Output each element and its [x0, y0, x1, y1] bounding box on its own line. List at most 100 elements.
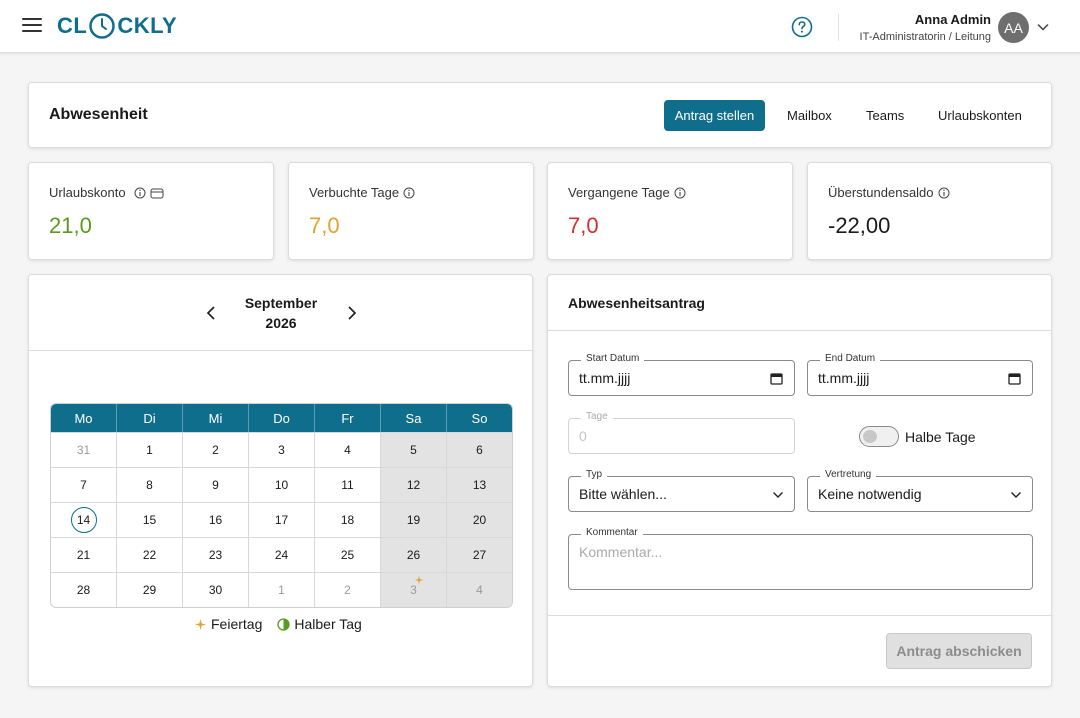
calendar-day[interactable]: 31 — [51, 432, 117, 467]
calendar-day[interactable]: 7 — [51, 467, 117, 502]
calendar-day[interactable]: 10 — [249, 467, 315, 502]
info-icon[interactable] — [134, 187, 146, 199]
info-icon[interactable] — [674, 187, 686, 199]
calendar-day[interactable]: 1 — [249, 572, 315, 607]
stat-card-overtime-balance: Überstundensaldo -22,00 — [807, 162, 1052, 260]
calendar-day[interactable]: 11 — [315, 467, 381, 502]
menu-icon[interactable] — [22, 18, 42, 35]
stat-card-vacation-account: Urlaubskonto 21,0 — [28, 162, 274, 260]
calendar-day[interactable]: 2 — [183, 432, 249, 467]
calendar-day[interactable]: 19 — [381, 502, 447, 537]
calendar-day[interactable]: 1 — [117, 432, 183, 467]
calendar-card: September 2026 Mo Di Mi Do Fr Sa So 31 1 2 3 4 5 6 7 8… — [28, 274, 533, 687]
calendar-day[interactable]: 2 — [315, 572, 381, 607]
calendar-day[interactable]: 12 — [381, 467, 447, 502]
calendar-day[interactable]: 6 — [447, 432, 512, 467]
calendar-day-number: 27 — [472, 548, 487, 562]
calendar-day-number: 17 — [274, 513, 289, 527]
submit-request-button[interactable]: Antrag stellen — [664, 100, 765, 131]
calendar-day-number: 5 — [410, 443, 417, 457]
legend-holiday: Feiertag — [194, 616, 262, 632]
comment-field[interactable]: Kommentar Kommentar... — [568, 527, 1033, 590]
calendar-day-number: 1 — [278, 583, 285, 597]
calendar-week-row: 31 1 2 3 4 5 6 — [51, 432, 512, 467]
calendar-day[interactable]: 8 — [117, 467, 183, 502]
stat-label: Vergangene Tage — [568, 185, 670, 200]
calendar-day[interactable]: 18 — [315, 502, 381, 537]
half-days-toggle[interactable] — [859, 426, 899, 447]
calendar-grid: Mo Di Mi Do Fr Sa So 31 1 2 3 4 5 6 7 8 9 10 11 12 13 14 15 16… — [50, 403, 513, 608]
calendar-day[interactable]: 15 — [117, 502, 183, 537]
user-name: Anna Admin — [914, 12, 991, 27]
calendar-day-number: 13 — [472, 478, 487, 492]
calendar-day[interactable]: 30 — [183, 572, 249, 607]
calendar-day[interactable]: 4 — [447, 572, 512, 607]
info-icon[interactable] — [403, 187, 415, 199]
submit-absence-button[interactable]: Antrag abschicken — [886, 633, 1032, 669]
calendar-day-number: 8 — [146, 478, 153, 492]
calendar-day-number: 26 — [406, 548, 421, 562]
weekday-header: Mo — [51, 404, 117, 432]
avatar[interactable]: AA — [998, 12, 1029, 43]
calendar-day[interactable]: 24 — [249, 537, 315, 572]
calendar-icon[interactable] — [1008, 372, 1021, 385]
stat-card-booked-days: Verbuchte Tage 7,0 — [288, 162, 534, 260]
substitute-value: Keine notwendig — [818, 486, 922, 502]
end-date-field[interactable]: End Datum tt.mm.jjjj — [807, 353, 1033, 396]
calendar-day[interactable]: 3 — [381, 572, 447, 607]
stat-label-row: Urlaubskonto — [49, 185, 164, 200]
calendar-day-number: 21 — [76, 548, 91, 562]
substitute-select[interactable]: Vertretung Keine notwendig — [807, 469, 1033, 512]
calendar-day[interactable]: 29 — [117, 572, 183, 607]
calendar-icon[interactable] — [770, 372, 783, 385]
calendar-week-row: 28 29 30 1 2 3 4 — [51, 572, 512, 607]
clock-icon — [89, 13, 116, 39]
stat-label: Verbuchte Tage — [309, 185, 400, 200]
calendar-day[interactable]: 28 — [51, 572, 117, 607]
calendar-day[interactable]: 4 — [315, 432, 381, 467]
calendar-day-number: 6 — [476, 443, 483, 457]
calendar-day[interactable]: 22 — [117, 537, 183, 572]
calendar-day[interactable]: 20 — [447, 502, 512, 537]
weekday-header: Fr — [315, 404, 381, 432]
calendar-year: 2026 — [265, 315, 297, 331]
calendar-day-number: 4 — [476, 583, 483, 597]
nav-mailbox[interactable]: Mailbox — [787, 108, 832, 123]
calendar-day[interactable]: 23 — [183, 537, 249, 572]
wallet-icon[interactable] — [150, 187, 164, 199]
calendar-month-label: September 2026 — [229, 293, 333, 333]
days-value: 0 — [579, 428, 587, 444]
chevron-right-icon[interactable] — [344, 305, 358, 321]
calendar-day[interactable]: 21 — [51, 537, 117, 572]
chevron-down-icon[interactable] — [1036, 20, 1050, 34]
calendar-day[interactable]: 16 — [183, 502, 249, 537]
logo[interactable]: CL CKLY — [57, 11, 177, 41]
start-date-field[interactable]: Start Datum tt.mm.jjjj — [568, 353, 795, 396]
calendar-day[interactable]: 3 — [249, 432, 315, 467]
calendar-day[interactable]: 17 — [249, 502, 315, 537]
calendar-day[interactable]: 5 — [381, 432, 447, 467]
calendar-day-number: 10 — [274, 478, 289, 492]
help-icon[interactable] — [791, 16, 813, 38]
weekday-header-row: Mo Di Mi Do Fr Sa So — [51, 404, 512, 432]
type-select[interactable]: Typ Bitte wählen... — [568, 469, 795, 512]
nav-vacation-accounts[interactable]: Urlaubskonten — [938, 108, 1022, 123]
calendar-day[interactable]: 26 — [381, 537, 447, 572]
calendar-day-number: 3 — [410, 583, 417, 597]
info-icon[interactable] — [938, 187, 950, 199]
calendar-day[interactable]: 13 — [447, 467, 512, 502]
stat-card-past-days: Vergangene Tage 7,0 — [547, 162, 793, 260]
end-date-value: tt.mm.jjjj — [818, 370, 870, 386]
calendar-day[interactable]: 14 — [51, 502, 117, 537]
stat-value: -22,00 — [828, 213, 891, 238]
nav-teams[interactable]: Teams — [866, 108, 904, 123]
weekday-header: Sa — [381, 404, 447, 432]
calendar-day[interactable]: 27 — [447, 537, 512, 572]
chevron-left-icon[interactable] — [205, 305, 219, 321]
half-days-label: Halbe Tage — [905, 429, 976, 445]
calendar-day[interactable]: 25 — [315, 537, 381, 572]
calendar-day-number: 22 — [142, 548, 157, 562]
user-role: IT-Administratorin / Leitung — [859, 31, 991, 43]
logo-prefix: CL — [57, 13, 88, 38]
calendar-day[interactable]: 9 — [183, 467, 249, 502]
